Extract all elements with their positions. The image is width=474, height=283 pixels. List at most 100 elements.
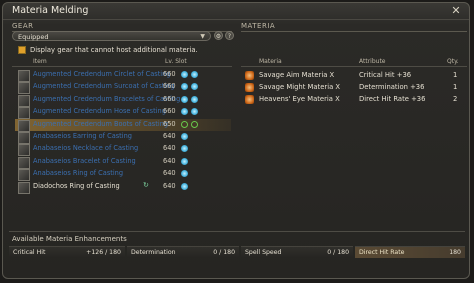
materia-heading: MATERIA: [241, 22, 467, 32]
chevron-down-icon: ▼: [200, 33, 205, 40]
gear-filter-value: Equipped: [18, 33, 49, 41]
gear-item-icon: [18, 82, 30, 95]
gear-item-level: 660: [163, 70, 176, 78]
enhancement-stat: Direct Hit Rate 180: [355, 246, 465, 258]
materia-slot-filled-icon: [181, 83, 188, 91]
materia-slot-filled-icon: [181, 95, 188, 103]
gear-item-icon: [18, 181, 30, 194]
materia-attribute: Critical Hit +36: [359, 71, 412, 79]
enhancement-stat: Critical Hit +126 / 180: [9, 246, 125, 258]
materia-qty: 2: [453, 95, 458, 103]
gear-item-name: Augmented Credendum Boots of Casting: [33, 119, 169, 128]
gear-item-level: 640: [163, 144, 176, 153]
gear-row[interactable]: Augmented Credendum Surcoat of Casting 66…: [15, 81, 231, 95]
materia-melding-window: Materia Melding ✕ GEAR Equipped ▼ ⚙ ? Di…: [2, 2, 470, 279]
help-button[interactable]: ?: [225, 31, 234, 40]
gear-row[interactable]: Anabaseios Bracelet of Casting 640: [15, 156, 231, 169]
gear-row[interactable]: Augmented Credendum Boots of Casting 650: [15, 118, 231, 132]
display-unhostable-option[interactable]: Display gear that cannot host additional…: [18, 46, 198, 54]
enhancement-stat-value: +126 / 180: [86, 249, 121, 256]
gear-item-name: Augmented Credendum Circlet of Casting: [33, 70, 171, 78]
enhancement-stat-value: 0 / 180: [213, 249, 235, 256]
display-unhostable-label: Display gear that cannot host additional…: [30, 46, 198, 54]
materia-icon: [245, 95, 254, 104]
gear-row[interactable]: Augmented Credendum Bracelets of Casting…: [15, 94, 231, 107]
gear-item-name: Anabaseios Necklace of Casting: [33, 144, 139, 153]
attribute-column-header: Attribute: [359, 58, 386, 65]
gear-row[interactable]: Anabaseios Necklace of Casting 640: [15, 143, 231, 157]
materia-row[interactable]: Savage Aim Materia X Critical Hit +36 1: [243, 70, 465, 81]
enhancement-stat-value: 0 / 180: [327, 249, 349, 256]
materia-slot-filled-icon: [181, 145, 188, 153]
item-column-header: Item: [33, 58, 47, 65]
enhancement-stat-label: Direct Hit Rate: [359, 249, 405, 256]
gear-item-icon: [18, 132, 30, 144]
materia-slot-filled-icon: [191, 83, 198, 91]
materia-qty: 1: [453, 71, 458, 79]
gear-header-divider: [12, 66, 232, 67]
materia-slot-filled-icon: [181, 182, 188, 190]
gear-row[interactable]: Augmented Credendum Circlet of Casting 66…: [15, 69, 231, 82]
materia-slot-filled-icon: [191, 108, 198, 116]
gear-item-level: 660: [163, 82, 176, 91]
qty-column-header: Qty.: [447, 58, 459, 65]
gear-item-level: 660: [163, 94, 176, 103]
enhancement-stat-label: Determination: [131, 249, 176, 256]
materia-name: Savage Might Materia X: [259, 83, 341, 91]
materia-attribute: Determination +36: [359, 83, 425, 91]
close-button[interactable]: ✕: [449, 4, 463, 18]
gear-item-icon: [18, 107, 30, 120]
enhancements-title: Available Materia Enhancements: [12, 235, 127, 243]
materia-qty: 1: [453, 83, 458, 91]
gear-item-level: 640: [163, 156, 176, 165]
gear-item-name: Augmented Credendum Surcoat of Casting: [33, 82, 175, 91]
gear-item-name: Augmented Credendum Hose of Casting: [33, 107, 166, 116]
title-bar[interactable]: Materia Melding ✕: [3, 3, 469, 20]
materia-name: Heavens' Eye Materia X: [259, 95, 340, 103]
materia-slot-filled-icon: [181, 108, 188, 116]
materia-attribute: Direct Hit Rate +36: [359, 95, 426, 103]
enhancement-stat-value: 180: [449, 249, 461, 256]
materia-icon: [245, 83, 254, 92]
enhancement-divider: [9, 231, 465, 232]
enhancement-stat: Determination 0 / 180: [127, 246, 239, 258]
gear-item-name: Anabaseios Ring of Casting: [33, 169, 124, 178]
materia-slot-filled-icon: [181, 133, 188, 140]
gear-item-level: 660: [163, 107, 176, 116]
gear-item-icon: [18, 169, 30, 182]
enhancement-stat: Spell Speed 0 / 180: [241, 246, 353, 258]
gear-item-name: Anabaseios Earring of Casting: [33, 132, 132, 140]
gear-item-level: 640: [163, 132, 176, 140]
materia-column-header: Materia: [259, 58, 282, 65]
gear-row[interactable]: Anabaseios Earring of Casting 640: [15, 131, 231, 144]
gear-item-level: 650: [163, 119, 176, 128]
materia-slot-empty-icon: [191, 120, 198, 128]
materia-slot-filled-icon: [191, 95, 198, 103]
materia-slot-filled-icon: [181, 71, 188, 78]
enhancement-stat-label: Spell Speed: [245, 249, 282, 256]
gear-row[interactable]: Anabaseios Ring of Casting 640: [15, 168, 231, 182]
window-title: Materia Melding: [12, 5, 89, 16]
gear-filter-dropdown[interactable]: Equipped ▼: [12, 31, 211, 41]
gear-item-icon: [18, 70, 30, 82]
enhancement-stat-label: Critical Hit: [13, 249, 46, 256]
gear-item-icon: [18, 144, 30, 157]
materia-slot-empty-icon: [181, 120, 188, 128]
level-slot-column-header: Lv. Slot: [165, 58, 187, 65]
materia-name: Savage Aim Materia X: [259, 71, 335, 79]
gear-item-icon: [18, 119, 30, 132]
materia-row[interactable]: Savage Might Materia X Determination +36 1: [243, 82, 465, 93]
materia-icon: [245, 71, 254, 80]
filter-option-button[interactable]: ⚙: [214, 31, 223, 40]
materia-slot-filled-icon: [181, 170, 188, 178]
gear-item-icon: [18, 94, 30, 107]
materia-slot-filled-icon: [181, 157, 188, 165]
gear-row[interactable]: Diadochos Ring of Casting ↻ 640: [15, 181, 231, 194]
gear-row[interactable]: Augmented Credendum Hose of Casting 660: [15, 106, 231, 120]
gear-item-name: Augmented Credendum Bracelets of Casting: [33, 94, 181, 103]
materia-row[interactable]: Heavens' Eye Materia X Direct Hit Rate +3…: [243, 94, 465, 105]
materia-header-divider: [241, 66, 467, 67]
gear-item-level: 640: [163, 169, 176, 178]
gear-item-name: Anabaseios Bracelet of Casting: [33, 156, 136, 165]
display-unhostable-checkbox[interactable]: [18, 46, 26, 54]
